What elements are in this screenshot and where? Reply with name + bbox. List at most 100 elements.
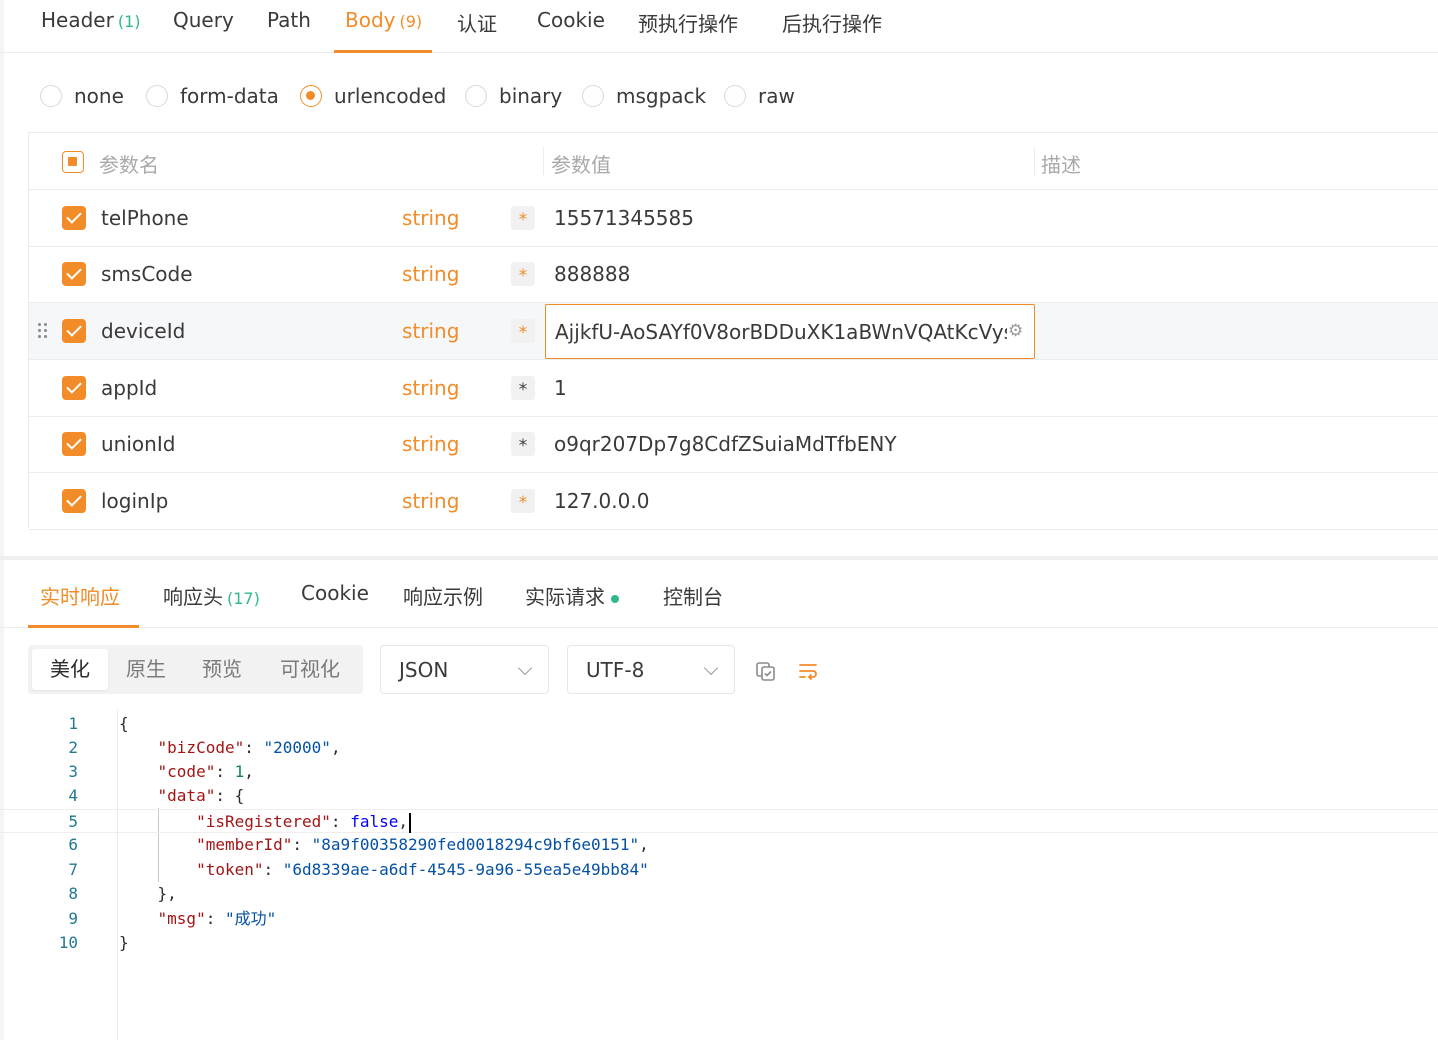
active-tab-indicator xyxy=(334,50,432,53)
code-line: 8 }, xyxy=(0,882,1438,906)
code-line-current: 5 "isRegistered": false, xyxy=(0,809,1438,833)
code-line: 4 "data": { xyxy=(0,784,1438,808)
param-name[interactable]: telPhone xyxy=(101,206,189,230)
radio-msgpack[interactable]: msgpack xyxy=(582,84,706,108)
copy-icon[interactable] xyxy=(754,659,778,683)
header-description: 描述 xyxy=(1041,153,1081,177)
params-table-header: 参数名 参数值 描述 xyxy=(29,133,1438,190)
view-mode-preview[interactable]: 预览 xyxy=(184,649,260,690)
param-type[interactable]: string xyxy=(402,262,459,286)
status-dot-icon xyxy=(611,594,619,603)
panel-splitter[interactable] xyxy=(0,556,1438,560)
tab-pre-processors[interactable]: 预执行操作 xyxy=(638,8,738,37)
param-name[interactable]: loginIp xyxy=(101,489,168,513)
tab-actual-request[interactable]: 实际请求 xyxy=(525,581,619,610)
tab-response-cookie[interactable]: Cookie xyxy=(301,581,369,605)
param-value[interactable]: 888888 xyxy=(554,262,630,286)
param-name[interactable]: deviceId xyxy=(101,319,185,343)
param-name[interactable]: smsCode xyxy=(101,262,193,286)
param-type[interactable]: string xyxy=(402,489,459,513)
required-toggle[interactable]: * xyxy=(511,432,535,456)
table-row: unionId string * o9qr207Dp7g8CdfZSuiaMdT… xyxy=(29,416,1438,473)
param-type[interactable]: string xyxy=(402,432,459,456)
radio-circle-icon xyxy=(465,85,487,107)
line-number: 6 xyxy=(68,835,78,854)
radio-binary[interactable]: binary xyxy=(465,84,562,108)
param-name[interactable]: unionId xyxy=(101,432,175,456)
code-line: 6 "memberId": "8a9f00358290fed0018294c9b… xyxy=(0,833,1438,857)
tab-count: (17) xyxy=(227,589,260,608)
code-line: 1 { xyxy=(0,712,1438,736)
radio-checked-icon xyxy=(300,85,322,107)
format-select-value: JSON xyxy=(399,658,449,682)
json-string: "6d8339ae-a6df-4545-9a96-55ea5e49bb84" xyxy=(282,860,649,879)
line-number: 2 xyxy=(68,738,78,757)
tab-live-response[interactable]: 实时响应 xyxy=(40,581,120,610)
active-tab-indicator xyxy=(28,625,139,628)
tab-count: (1) xyxy=(117,12,141,31)
tab-body[interactable]: Body (9) xyxy=(345,8,422,32)
radio-none[interactable]: none xyxy=(40,84,124,108)
row-checkbox[interactable] xyxy=(62,376,86,400)
row-checkbox[interactable] xyxy=(62,489,86,513)
row-checkbox[interactable] xyxy=(62,262,86,286)
tab-auth[interactable]: 认证 xyxy=(457,8,497,37)
param-value[interactable]: 15571345585 xyxy=(554,206,694,230)
param-name[interactable]: appId xyxy=(101,376,157,400)
select-all-checkbox[interactable] xyxy=(62,151,84,173)
param-type[interactable]: string xyxy=(402,319,459,343)
param-type[interactable]: string xyxy=(402,206,459,230)
param-value[interactable]: 1 xyxy=(554,376,567,400)
table-row: loginIp string * 127.0.0.0 xyxy=(29,473,1438,530)
json-number: 1 xyxy=(234,762,245,781)
tab-console[interactable]: 控制台 xyxy=(663,581,723,610)
json-key: "token" xyxy=(196,860,264,879)
tab-query[interactable]: Query xyxy=(173,8,234,32)
encoding-select-value: UTF-8 xyxy=(586,658,645,682)
row-checkbox[interactable] xyxy=(62,319,86,343)
row-checkbox[interactable] xyxy=(62,432,86,456)
required-toggle[interactable]: * xyxy=(511,319,535,343)
row-checkbox[interactable] xyxy=(62,206,86,230)
line-number: 8 xyxy=(68,884,78,903)
header-param-value: 参数值 xyxy=(551,153,611,177)
json-key: "bizCode" xyxy=(157,738,245,757)
param-value[interactable]: 127.0.0.0 xyxy=(554,489,649,513)
param-type[interactable]: string xyxy=(402,376,459,400)
encoding-select[interactable]: UTF-8 xyxy=(567,645,735,694)
response-code-viewer[interactable]: 1 { 2 "bizCode": "20000", 3 "code": 1, 4… xyxy=(0,710,1438,1040)
line-number: 4 xyxy=(68,786,78,805)
radio-form-data[interactable]: form-data xyxy=(146,84,279,108)
wrap-icon[interactable] xyxy=(796,659,820,683)
required-toggle[interactable]: * xyxy=(511,489,535,513)
tab-header[interactable]: Header (1) xyxy=(41,8,141,32)
line-number: 10 xyxy=(58,933,78,952)
view-mode-visualize[interactable]: 可视化 xyxy=(264,649,356,690)
tab-path[interactable]: Path xyxy=(267,8,311,32)
radio-raw[interactable]: raw xyxy=(724,84,795,108)
code-line: 9 "msg": "成功" xyxy=(0,907,1438,931)
tab-post-processors[interactable]: 后执行操作 xyxy=(782,8,882,37)
tab-response-example[interactable]: 响应示例 xyxy=(403,581,483,610)
format-select[interactable]: JSON xyxy=(380,645,549,694)
drag-handle-icon[interactable] xyxy=(37,323,49,341)
param-value-input[interactable]: AjjkfU-AoSAYf0V8orBDDuXK1aBWnVQAtKcVysN … xyxy=(545,304,1035,359)
tab-count: (9) xyxy=(399,12,423,31)
view-mode-raw[interactable]: 原生 xyxy=(108,649,184,690)
column-divider xyxy=(1034,147,1035,175)
required-toggle[interactable]: * xyxy=(511,262,535,286)
table-row: smsCode string * 888888 xyxy=(29,246,1438,303)
code-line: 2 "bizCode": "20000", xyxy=(0,736,1438,760)
radio-circle-icon xyxy=(40,85,62,107)
radio-urlencoded[interactable]: urlencoded xyxy=(300,84,446,108)
view-mode-pretty[interactable]: 美化 xyxy=(32,649,108,690)
radio-circle-icon xyxy=(146,85,168,107)
required-toggle[interactable]: * xyxy=(511,206,535,230)
required-toggle[interactable]: * xyxy=(511,376,535,400)
param-value[interactable]: o9qr207Dp7g8CdfZSuiaMdTfbENY xyxy=(554,432,897,456)
tab-response-headers[interactable]: 响应头 (17) xyxy=(163,581,260,610)
gear-icon[interactable]: ⚙ xyxy=(1008,321,1023,341)
chevron-down-icon xyxy=(703,660,719,676)
tab-cookie[interactable]: Cookie xyxy=(537,8,605,32)
response-tabs: 实时响应 响应头 (17) Cookie 响应示例 实际请求 控制台 xyxy=(0,562,1438,628)
